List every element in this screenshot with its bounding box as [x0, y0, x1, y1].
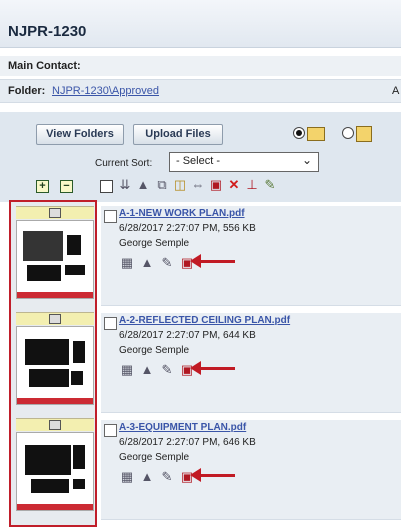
preview-icon[interactable]: ▦ [119, 469, 135, 485]
expand-all-icon[interactable]: + [36, 180, 49, 193]
upload-files-button[interactable]: Upload Files [133, 124, 223, 145]
thumbnail-header [16, 206, 94, 219]
edit-icon[interactable]: ✎ [262, 177, 278, 193]
file-name-link[interactable]: A-1-NEW WORK PLAN.pdf [119, 208, 245, 219]
list-view-radio[interactable] [342, 127, 354, 139]
file-actions: ▦ ▲ ✎ ▣ [119, 468, 259, 487]
file-meta: 6/28/2017 2:27:07 PM, 556 KB [119, 223, 256, 234]
file-actions: ▦ ▲ ✎ ▣ [119, 361, 259, 380]
file-checkbox[interactable] [104, 424, 117, 437]
minimize-icon[interactable] [49, 420, 61, 430]
delete-icon[interactable]: ✕ [226, 177, 242, 193]
upload-stack-icon[interactable]: ▲ [139, 255, 155, 271]
minimize-icon[interactable] [49, 314, 61, 324]
page-title: NJPR-1230 [8, 23, 87, 40]
file-author: George Semple [119, 238, 190, 249]
move-icon[interactable]: ⇊ [117, 177, 133, 193]
chevron-down-icon: ⌄ [301, 153, 312, 167]
folder-path-link[interactable]: NJPR-1230\Approved [52, 85, 159, 97]
file-author: George Semple [119, 345, 190, 356]
file-actions: ▦ ▲ ✎ ▣ [119, 254, 259, 273]
folder-row: Folder: NJPR-1230\Approved A [0, 79, 401, 103]
sort-selected-value: - Select - [176, 155, 221, 167]
annotation-arrow [190, 254, 235, 268]
contact-row: Main Contact: [0, 56, 401, 76]
current-sort-label: Current Sort: [95, 158, 153, 169]
view-folders-button[interactable]: View Folders [36, 124, 124, 145]
main-contact-label: Main Contact: [8, 60, 81, 72]
folder-label: Folder: [8, 85, 46, 97]
stamp-icon[interactable]: ⊥ [244, 177, 260, 193]
edit-icon[interactable]: ✎ [159, 469, 175, 485]
rename-icon[interactable]: ⇔ [190, 177, 206, 193]
copy-icon[interactable]: ⧉ [154, 177, 170, 193]
file-name-link[interactable]: A-2-REFLECTED CEILING PLAN.pdf [119, 315, 290, 326]
thumbnail-a3[interactable] [16, 432, 94, 511]
preview-icon[interactable]: ▦ [119, 362, 135, 378]
thumbnail-a2[interactable] [16, 326, 94, 405]
collapse-all-icon[interactable]: − [60, 180, 73, 193]
file-author: George Semple [119, 452, 190, 463]
edit-icon[interactable]: ✎ [159, 362, 175, 378]
upload-stack-icon[interactable]: ▲ [139, 362, 155, 378]
file-item-a1: A-1-NEW WORK PLAN.pdf 6/28/2017 2:27:07 … [101, 206, 401, 306]
list-view-icon [356, 126, 372, 142]
file-item-a3: A-3-EQUIPMENT PLAN.pdf 6/28/2017 2:27:07… [101, 420, 401, 520]
folder-icon[interactable]: ◫ [172, 177, 188, 193]
upload-stack-icon[interactable]: ▲ [135, 177, 151, 193]
select-all-checkbox[interactable] [100, 180, 113, 193]
thumbnail-view-radio[interactable] [293, 127, 305, 139]
annotation-arrow [190, 361, 235, 375]
file-checkbox[interactable] [104, 210, 117, 223]
minimize-icon[interactable] [49, 208, 61, 218]
lock-icon[interactable]: ▣ [208, 177, 224, 193]
file-checkbox[interactable] [104, 317, 117, 330]
thumbnail-header [16, 312, 94, 325]
thumbnail-a1[interactable] [16, 220, 94, 299]
thumbnail-header [16, 418, 94, 431]
thumbnail-column [9, 200, 97, 527]
file-meta: 6/28/2017 2:27:07 PM, 646 KB [119, 437, 256, 448]
annotation-arrow [190, 468, 235, 482]
preview-icon[interactable]: ▦ [119, 255, 135, 271]
file-meta: 6/28/2017 2:27:07 PM, 644 KB [119, 330, 256, 341]
upload-stack-icon[interactable]: ▲ [139, 469, 155, 485]
thumbnail-view-icon [307, 127, 325, 141]
edit-icon[interactable]: ✎ [159, 255, 175, 271]
file-item-a2: A-2-REFLECTED CEILING PLAN.pdf 6/28/2017… [101, 313, 401, 413]
file-name-link[interactable]: A-3-EQUIPMENT PLAN.pdf [119, 422, 246, 433]
sort-select[interactable]: - Select - ⌄ [169, 152, 319, 172]
folder-overflow-text: A [392, 85, 400, 97]
